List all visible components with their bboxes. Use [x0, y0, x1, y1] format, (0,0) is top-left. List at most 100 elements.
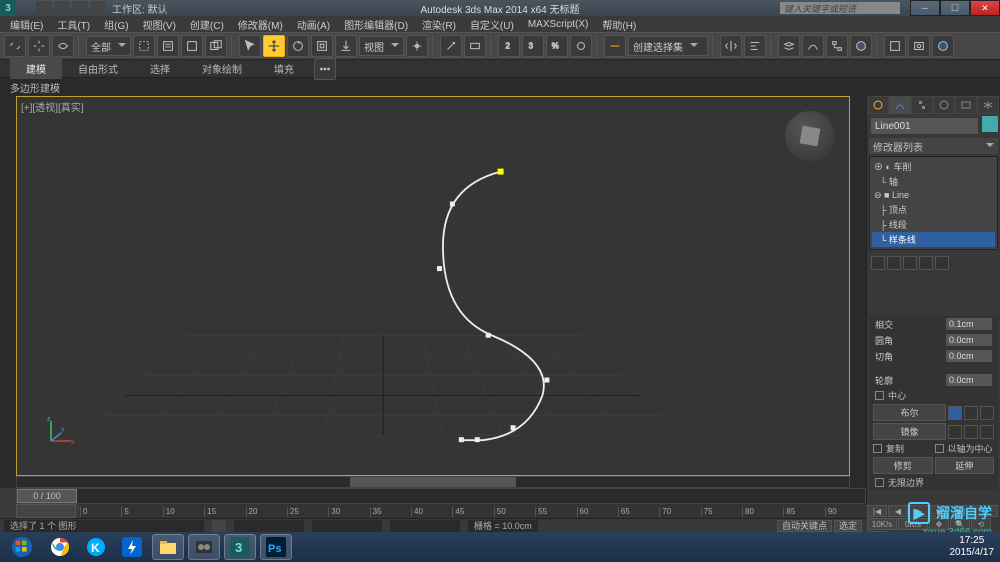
- axis-center-checkbox[interactable]: [935, 444, 944, 453]
- prop-cut-value[interactable]: 0.0cm: [946, 350, 992, 362]
- selected-filter-button[interactable]: 选定: [834, 520, 862, 532]
- task-chrome[interactable]: [44, 534, 76, 560]
- align-icon[interactable]: [744, 35, 766, 57]
- qa-redo-icon[interactable]: [90, 1, 106, 15]
- qa-save-icon[interactable]: [54, 1, 70, 15]
- render-frame-icon[interactable]: [908, 35, 930, 57]
- menu-animation[interactable]: 动画(A): [291, 16, 336, 33]
- render-icon[interactable]: [932, 35, 954, 57]
- trackbar-keys[interactable]: [16, 504, 76, 518]
- coord-y[interactable]: [312, 520, 382, 532]
- mirror-both-icon[interactable]: [980, 425, 994, 439]
- scale-icon[interactable]: [311, 35, 333, 57]
- task-explorer[interactable]: [152, 534, 184, 560]
- panel-tab-modify[interactable]: [889, 96, 911, 114]
- show-end-result-icon[interactable]: [887, 256, 901, 270]
- viewport-label[interactable]: [+][透视][真实]: [21, 99, 84, 114]
- help-search-input[interactable]: 键入关键字或短语: [780, 2, 900, 14]
- ribbon-tab-selection[interactable]: 选择: [134, 58, 186, 79]
- menu-edit[interactable]: 编辑(E): [4, 16, 49, 33]
- mirror-h-icon[interactable]: [948, 425, 962, 439]
- stack-item-axis[interactable]: └ 轴: [872, 174, 995, 189]
- link-icon[interactable]: [4, 35, 26, 57]
- menu-tools[interactable]: 工具(T): [51, 16, 96, 33]
- ribbon-tab-objectpaint[interactable]: 对象绘制: [186, 58, 258, 79]
- material-editor-icon[interactable]: [850, 35, 872, 57]
- manipulate-icon[interactable]: [440, 35, 462, 57]
- stack-item-line[interactable]: ⊖ ■ Line: [872, 189, 995, 202]
- panel-tab-motion[interactable]: [933, 96, 955, 114]
- snap-percent-icon[interactable]: %: [546, 35, 568, 57]
- task-3dsmax[interactable]: 3: [224, 534, 256, 560]
- extend-button[interactable]: 延伸: [935, 457, 995, 474]
- minimize-button[interactable]: ─: [910, 0, 940, 16]
- configure-sets-icon[interactable]: [935, 256, 949, 270]
- mirror-icon[interactable]: [720, 35, 742, 57]
- placement-icon[interactable]: [335, 35, 357, 57]
- select-object-icon[interactable]: [239, 35, 261, 57]
- snap-angle-icon[interactable]: 3: [522, 35, 544, 57]
- pivot-center-icon[interactable]: [406, 35, 428, 57]
- menu-help[interactable]: 帮助(H): [596, 16, 642, 33]
- menu-customize[interactable]: 自定义(U): [464, 16, 520, 33]
- center-checkbox[interactable]: [875, 391, 884, 400]
- selection-filter[interactable]: 全部: [86, 36, 131, 56]
- app-icon[interactable]: 3: [0, 0, 16, 16]
- stack-sub-spline[interactable]: └ 样条线: [872, 232, 995, 247]
- coord-x[interactable]: [234, 520, 304, 532]
- rotate-icon[interactable]: [287, 35, 309, 57]
- time-slider-knob[interactable]: 0 / 100: [17, 489, 77, 503]
- task-thunder[interactable]: [116, 534, 148, 560]
- panel-tab-utilities[interactable]: [977, 96, 999, 114]
- modifier-stack[interactable]: ⊕ ◐ 车削 └ 轴 ⊖ ■ Line ├ 顶点 ├ 线段 └ 样条线: [869, 156, 998, 250]
- copy-checkbox[interactable]: [873, 444, 882, 453]
- stack-sub-segment[interactable]: ├ 线段: [872, 217, 995, 232]
- unlink-icon[interactable]: [28, 35, 50, 57]
- panel-tab-hierarchy[interactable]: [911, 96, 933, 114]
- prop-fillet-value[interactable]: 0.1cm: [946, 318, 992, 330]
- ribbon-subpanel[interactable]: 多边形建模: [0, 78, 1000, 96]
- object-color-swatch[interactable]: [982, 116, 998, 132]
- ribbon-tab-freeform[interactable]: 自由形式: [62, 58, 134, 79]
- task-kugou[interactable]: K: [80, 534, 112, 560]
- time-ruler[interactable]: 051015202530354045505560657075808590: [80, 504, 866, 518]
- schematic-icon[interactable]: [826, 35, 848, 57]
- infinite-bounds-checkbox[interactable]: [875, 478, 884, 487]
- menu-render[interactable]: 渲染(R): [416, 16, 462, 33]
- close-button[interactable]: ✕: [970, 0, 1000, 16]
- spinner-snap-icon[interactable]: [570, 35, 592, 57]
- taskbar-clock[interactable]: 17:25 2015/4/17: [950, 535, 995, 559]
- stack-sub-vertex[interactable]: ├ 顶点: [872, 202, 995, 217]
- boolean-button[interactable]: 布尔: [873, 404, 946, 421]
- task-photoshop[interactable]: Ps: [260, 534, 292, 560]
- task-media[interactable]: [188, 534, 220, 560]
- layers-icon[interactable]: [778, 35, 800, 57]
- ribbon-overflow-icon[interactable]: [314, 58, 336, 80]
- trim-button[interactable]: 修剪: [873, 457, 933, 474]
- menu-group[interactable]: 组(G): [98, 16, 134, 33]
- ribbon-tab-populate[interactable]: 填充: [258, 58, 310, 79]
- modifier-list-dropdown[interactable]: 修改器列表: [869, 138, 998, 154]
- move-icon[interactable]: [263, 35, 285, 57]
- select-region-icon[interactable]: [181, 35, 203, 57]
- stack-item-lathe[interactable]: ⊕ ◐ 车削: [872, 159, 995, 174]
- select-icon[interactable]: [133, 35, 155, 57]
- workspace-label[interactable]: 工作区: 默认: [112, 1, 168, 16]
- bool-intersect-icon[interactable]: [980, 406, 994, 420]
- bool-subtract-icon[interactable]: [964, 406, 978, 420]
- panel-tab-create[interactable]: [867, 96, 889, 114]
- start-button[interactable]: [4, 534, 40, 560]
- goto-start-icon[interactable]: |◀: [867, 505, 887, 517]
- autokey-button[interactable]: 自动关键点: [777, 520, 832, 532]
- lock-selection-icon[interactable]: [212, 520, 226, 532]
- curve-editor-icon[interactable]: [802, 35, 824, 57]
- mirror-button[interactable]: 镜像: [873, 423, 946, 440]
- menu-modifiers[interactable]: 修改器(M): [232, 16, 289, 33]
- ref-coord-select[interactable]: 视图: [359, 36, 404, 56]
- viewport-scrollbar-h[interactable]: [16, 476, 850, 488]
- menu-create[interactable]: 创建(C): [184, 16, 230, 33]
- viewcube[interactable]: [785, 111, 835, 161]
- make-unique-icon[interactable]: [903, 256, 917, 270]
- viewport-perspective[interactable]: [+][透视][真实]: [16, 96, 850, 476]
- select-name-icon[interactable]: [157, 35, 179, 57]
